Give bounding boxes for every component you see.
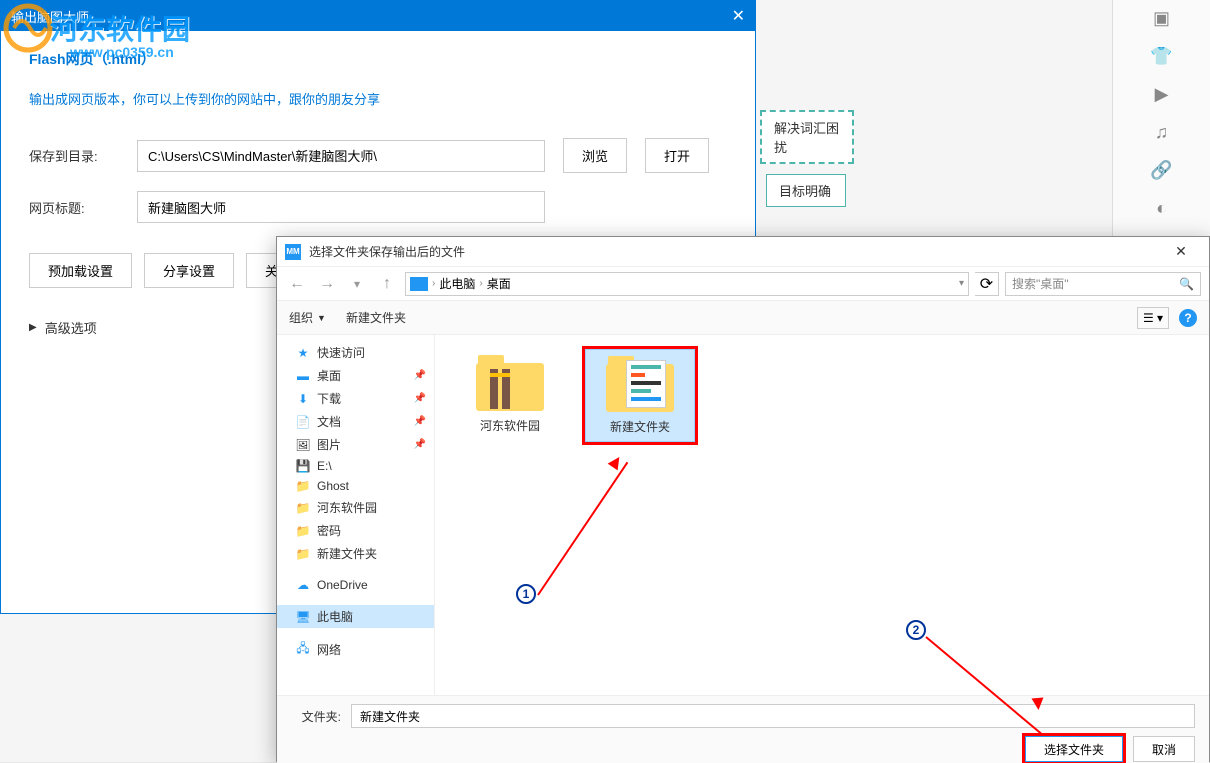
help-icon[interactable]: ? [1179, 309, 1197, 327]
folder-name-input[interactable] [351, 704, 1195, 728]
close-icon[interactable]: ✕ [732, 6, 745, 26]
export-subtitle: Flash网页（.html） [29, 49, 727, 69]
save-dir-input[interactable] [137, 140, 545, 172]
tree-downloads[interactable]: ⬇下载📌 [277, 387, 434, 410]
arrow-head-icon [1031, 697, 1044, 710]
up-icon[interactable]: ↑ [375, 272, 399, 296]
folder-item-new-folder[interactable]: 新建文件夹 [585, 349, 695, 442]
file-browser-dialog: MM 选择文件夹保存输出后的文件 ✕ ← → ▾ ↑ › 此电脑 › 桌面 ▾ … [276, 236, 1210, 762]
folder-name-label: 文件夹: [291, 708, 341, 725]
play-icon[interactable]: ▶ [1152, 84, 1172, 104]
tree-this-pc[interactable]: 🖥此电脑 [277, 605, 434, 628]
chevron-right-icon: ▶ [29, 322, 37, 333]
page-title-label: 网页标题: [29, 198, 119, 217]
file-dialog-title: 选择文件夹保存输出后的文件 [309, 243, 465, 260]
file-dialog-footer: 文件夹: 选择文件夹 取消 [277, 695, 1209, 763]
refresh-icon[interactable]: ⟳ [975, 272, 999, 296]
page-title-input[interactable] [137, 191, 545, 223]
link-icon[interactable]: 🔗 [1152, 160, 1172, 180]
browse-button[interactable]: 浏览 [563, 138, 627, 173]
export-description: 输出成网页版本，你可以上传到你的网站中，跟你的朋友分享 [29, 89, 727, 108]
tree-hedong[interactable]: 📁河东软件园 [277, 496, 434, 519]
tree-password[interactable]: 📁密码 [277, 519, 434, 542]
forward-icon[interactable]: → [315, 272, 339, 296]
folder-tree: ★快速访问 ▬桌面📌 ⬇下载📌 📄文档📌 🖼图片📌 💾E:\ 📁Ghost 📁河… [277, 335, 435, 695]
tree-quick-access[interactable]: ★快速访问 [277, 341, 434, 364]
tree-new-folder[interactable]: 📁新建文件夹 [277, 542, 434, 565]
comment-icon[interactable]: ▣ [1152, 8, 1172, 28]
breadcrumb[interactable]: › 此电脑 › 桌面 ▾ [405, 272, 969, 296]
cancel-button[interactable]: 取消 [1133, 736, 1195, 762]
search-icon: 🔍 [1179, 277, 1194, 291]
tree-ghost[interactable]: 📁Ghost [277, 476, 434, 496]
toggle-icon[interactable]: ◐ [1152, 198, 1172, 218]
music-icon[interactable]: ♫ [1152, 122, 1172, 142]
organize-menu[interactable]: 组织▼ [289, 309, 326, 326]
view-button[interactable]: ☰ ▾ [1137, 307, 1169, 329]
pc-icon [410, 277, 428, 291]
tree-network[interactable]: 🖧网络 [277, 638, 434, 661]
mindmap-node[interactable]: 目标明确 [766, 174, 846, 207]
folder-item-hedong[interactable]: 河东软件园 [455, 349, 565, 440]
file-dialog-titlebar: MM 选择文件夹保存输出后的文件 ✕ [277, 237, 1209, 267]
tree-onedrive[interactable]: ☁OneDrive [277, 575, 434, 595]
export-titlebar: 输出脑图大师 ✕ [1, 1, 755, 31]
search-input[interactable]: 搜索"桌面" 🔍 [1005, 272, 1201, 296]
back-icon[interactable]: ← [285, 272, 309, 296]
preload-button[interactable]: 预加载设置 [29, 253, 132, 288]
annotation-1: 1 [516, 584, 536, 604]
open-button[interactable]: 打开 [645, 138, 709, 173]
tree-desktop[interactable]: ▬桌面📌 [277, 364, 434, 387]
file-toolbar: 组织▼ 新建文件夹 ☰ ▾ ? [277, 301, 1209, 335]
nav-bar: ← → ▾ ↑ › 此电脑 › 桌面 ▾ ⟳ 搜索"桌面" 🔍 [277, 267, 1209, 301]
mindmap-node[interactable]: 解决词汇困扰 [760, 110, 854, 164]
annotation-2: 2 [906, 620, 926, 640]
tree-documents[interactable]: 📄文档📌 [277, 410, 434, 433]
shirt-icon[interactable]: 👕 [1152, 46, 1172, 66]
tree-drive-e[interactable]: 💾E:\ [277, 456, 434, 476]
share-button[interactable]: 分享设置 [144, 253, 234, 288]
save-dir-label: 保存到目录: [29, 146, 119, 165]
folder-content: 河东软件园 新建文件夹 [435, 335, 1209, 695]
export-title-text: 输出脑图大师 [11, 7, 89, 26]
new-folder-button[interactable]: 新建文件夹 [346, 309, 406, 326]
recent-icon[interactable]: ▾ [345, 272, 369, 296]
select-folder-button[interactable]: 选择文件夹 [1025, 736, 1123, 762]
close-icon[interactable]: ✕ [1161, 243, 1201, 260]
tree-pictures[interactable]: 🖼图片📌 [277, 433, 434, 456]
app-icon: MM [285, 244, 301, 260]
